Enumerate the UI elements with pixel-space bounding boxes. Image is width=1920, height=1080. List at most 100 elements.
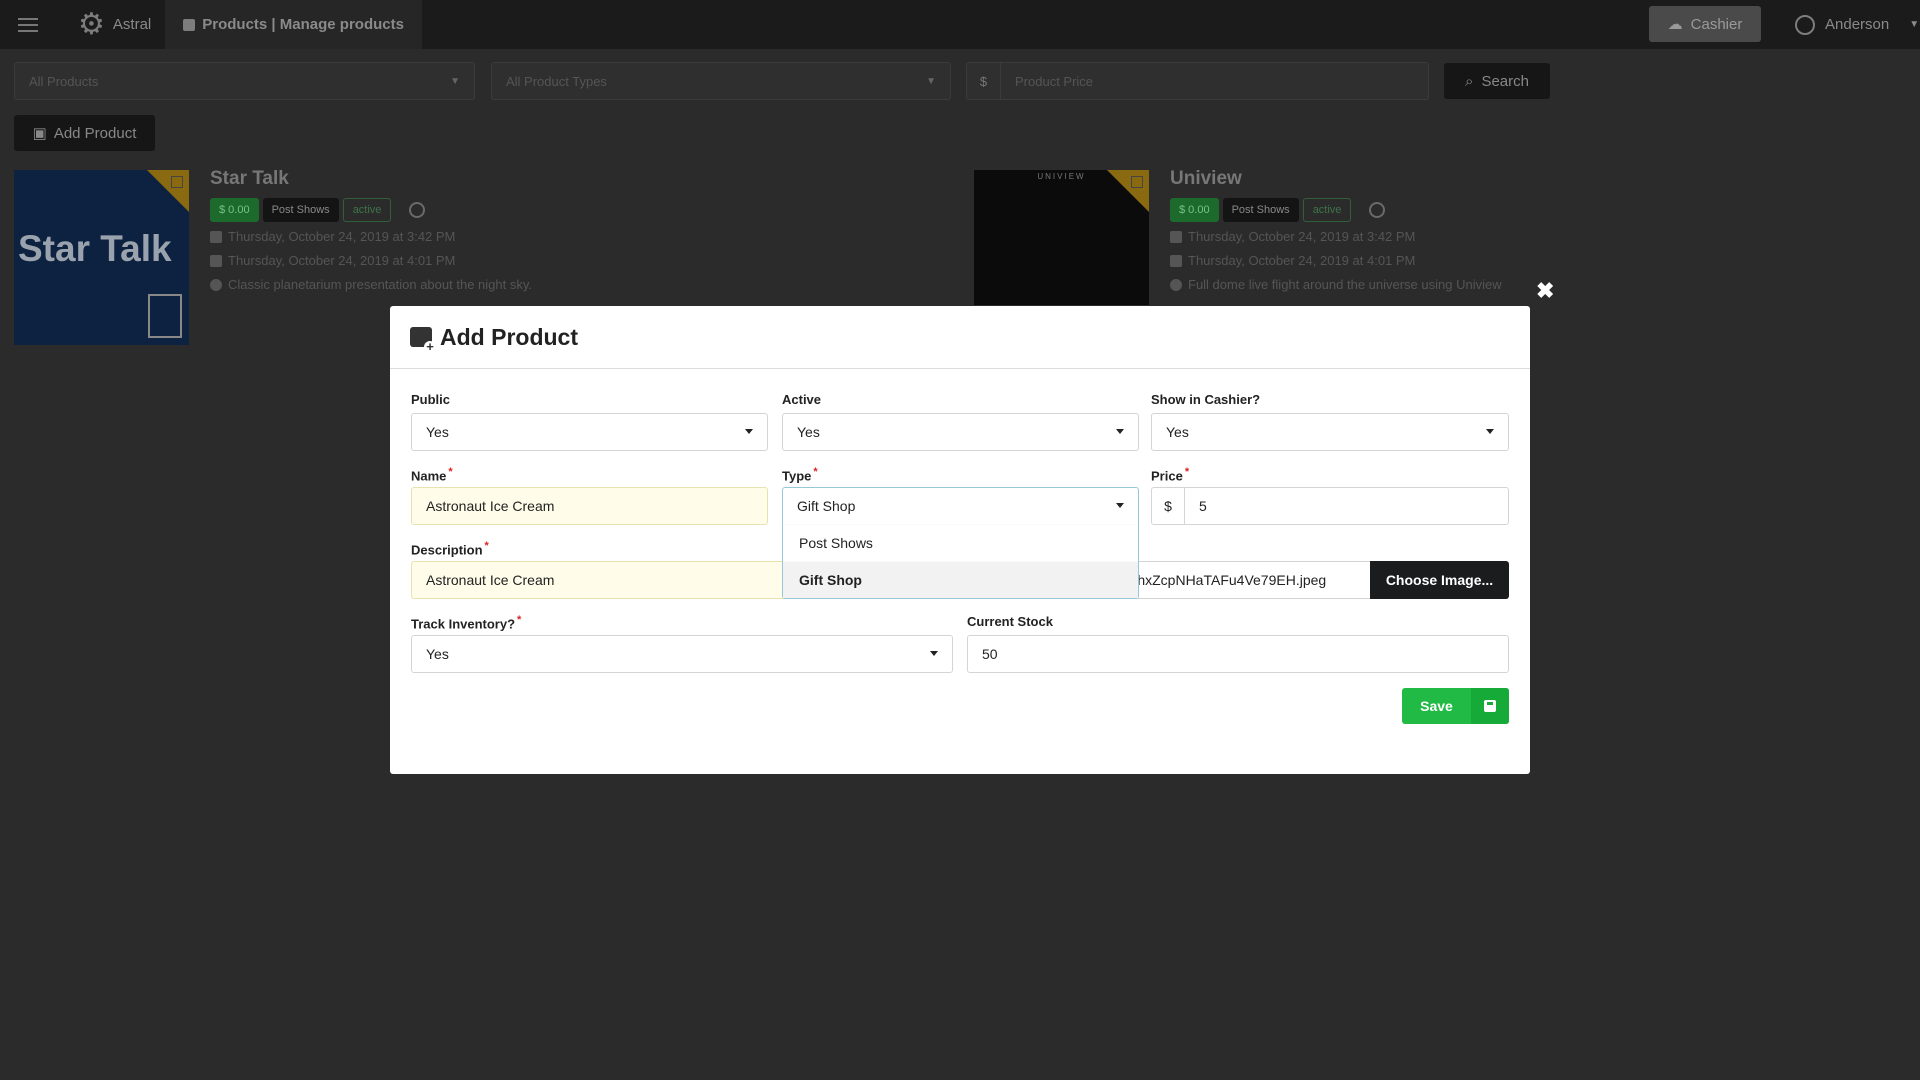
close-icon[interactable]: ✖ — [1536, 278, 1554, 304]
search-icon: ⌕ — [1465, 72, 1474, 90]
user-menu[interactable]: Anderson ▼ — [1795, 0, 1919, 49]
public-value: Yes — [426, 424, 449, 440]
show-in-cashier-label: Show in Cashier? — [1151, 392, 1261, 407]
price-tag: $ 0.00 — [1170, 198, 1219, 222]
edit-icon[interactable] — [1131, 176, 1143, 188]
product-types-filter-placeholder: All Product Types — [506, 73, 607, 89]
add-product-icon: ▣ — [32, 125, 47, 142]
product-image-star-talk[interactable]: Star Talk — [14, 170, 189, 345]
dropdown-caret-icon — [745, 429, 753, 434]
globe-icon — [1369, 202, 1386, 218]
type-label: Type * — [782, 466, 818, 483]
currency-symbol: $ — [967, 63, 1001, 99]
menu-button[interactable] — [0, 0, 56, 49]
description-label-text: Description — [411, 542, 483, 558]
product-title[interactable]: Star Talk — [210, 168, 532, 190]
required-marker: * — [1184, 466, 1190, 478]
required-marker: * — [484, 540, 489, 552]
price-tag: $ 0.00 — [210, 198, 259, 222]
product-card-uniview: Uniview $ 0.00 Post Shows active Thursda… — [1170, 168, 1502, 301]
hamburger-icon — [18, 17, 38, 32]
current-stock-label: Current Stock — [967, 614, 1053, 629]
price-label: Price * — [1151, 466, 1189, 483]
price-value: 5 — [1199, 498, 1207, 514]
price-filter-input[interactable]: $ Product Price — [966, 62, 1429, 100]
type-select[interactable]: Gift Shop — [782, 487, 1139, 525]
required-marker: * — [448, 466, 453, 478]
track-inventory-select[interactable]: Yes — [411, 635, 953, 673]
edit-icon — [1170, 254, 1182, 267]
price-label-text: Price — [1151, 468, 1183, 484]
required-marker: * — [517, 614, 522, 626]
price-filter-placeholder: Product Price — [1015, 73, 1094, 89]
chevron-down-icon: ▼ — [926, 75, 936, 87]
product-image-uniview[interactable]: UNIVIEW — [974, 170, 1149, 305]
price-input[interactable]: $ 5 — [1151, 487, 1509, 525]
edit-icon — [210, 254, 222, 267]
dropdown-caret-icon — [1116, 503, 1124, 508]
product-types-filter-dropdown[interactable]: All Product Types ▼ — [491, 62, 951, 100]
active-label: Active — [782, 392, 822, 407]
add-product-modal: Add Product Public Yes Active Yes Show i… — [390, 306, 1530, 774]
track-inventory-label-text: Track Inventory? — [411, 616, 516, 632]
active-select[interactable]: Yes — [782, 413, 1139, 451]
pencil-icon — [210, 230, 222, 243]
user-name: Anderson — [1825, 16, 1890, 33]
products-filter-placeholder: All Products — [29, 73, 99, 89]
track-inventory-value: Yes — [426, 646, 449, 662]
search-label: Search — [1481, 72, 1529, 90]
save-disk-icon — [1484, 700, 1496, 712]
type-option-gift-shop[interactable]: Gift Shop — [783, 561, 1138, 598]
status-badge: active — [342, 198, 392, 222]
pencil-icon — [1170, 230, 1182, 243]
globe-icon — [409, 202, 426, 218]
created-date: Thursday, October 24, 2019 at 3:42 PM — [1188, 229, 1416, 244]
info-icon — [1170, 278, 1182, 291]
image-file-input[interactable]: YhxZcpNHaTAFu4Ve79EH.jpeg — [1135, 561, 1381, 599]
app-brand[interactable]: ⚙ Astral — [56, 0, 165, 49]
type-option-post-shows[interactable]: Post Shows — [783, 524, 1138, 561]
cashier-button[interactable]: ☁ Cashier — [1649, 6, 1761, 42]
breadcrumb-text: Products | Manage products — [202, 16, 404, 33]
product-icon — [183, 18, 196, 31]
product-card-star-talk: Star Talk $ 0.00 Post Shows active Thurs… — [210, 168, 532, 301]
public-select[interactable]: Yes — [411, 413, 768, 451]
updated-date: Thursday, October 24, 2019 at 4:01 PM — [228, 253, 456, 268]
name-label: Name * — [411, 466, 453, 483]
edit-icon[interactable] — [171, 176, 183, 188]
description-label: Description * — [411, 540, 489, 557]
dropdown-caret-icon — [1116, 429, 1124, 434]
product-description: Classic planetarium presentation about t… — [228, 277, 532, 292]
cashier-icon: ☁ — [1667, 16, 1683, 33]
product-title[interactable]: Uniview — [1170, 168, 1502, 190]
add-product-label: Add Product — [53, 124, 137, 142]
type-value: Gift Shop — [797, 498, 856, 514]
save-button[interactable]: Save — [1402, 688, 1509, 724]
image-file-name: YhxZcpNHaTAFu4Ve79EH.jpeg — [1135, 572, 1327, 588]
show-in-cashier-select[interactable]: Yes — [1151, 413, 1509, 451]
dropdown-caret-icon — [1486, 429, 1494, 434]
type-label-text: Type — [782, 468, 812, 484]
name-label-text: Name — [411, 468, 447, 484]
dropdown-caret-icon — [930, 651, 938, 656]
updated-date: Thursday, October 24, 2019 at 4:01 PM — [1188, 253, 1416, 268]
product-image-text: Star Talk — [18, 228, 172, 269]
current-stock-input[interactable]: 50 — [967, 635, 1509, 673]
name-input[interactable]: Astronaut Ice Cream — [411, 487, 768, 525]
products-filter-dropdown[interactable]: All Products ▼ — [14, 62, 475, 100]
description-value: Astronaut Ice Cream — [426, 572, 555, 588]
cashier-label: Cashier — [1690, 15, 1743, 33]
active-value: Yes — [797, 424, 820, 440]
user-avatar-icon — [1795, 14, 1815, 35]
chevron-down-icon: ▼ — [1909, 19, 1920, 30]
breadcrumb[interactable]: Products | Manage products — [165, 0, 422, 49]
add-product-button[interactable]: ▣ Add Product — [14, 115, 155, 151]
name-value: Astronaut Ice Cream — [426, 498, 555, 514]
info-icon — [210, 278, 222, 291]
created-date: Thursday, October 24, 2019 at 3:42 PM — [228, 229, 456, 244]
type-tag: Post Shows — [262, 198, 339, 222]
chevron-down-icon: ▼ — [450, 75, 460, 87]
search-button[interactable]: ⌕ Search — [1444, 63, 1550, 99]
choose-image-button[interactable]: Choose Image... — [1370, 561, 1509, 599]
product-description: Full dome live flight around the univers… — [1188, 277, 1502, 292]
